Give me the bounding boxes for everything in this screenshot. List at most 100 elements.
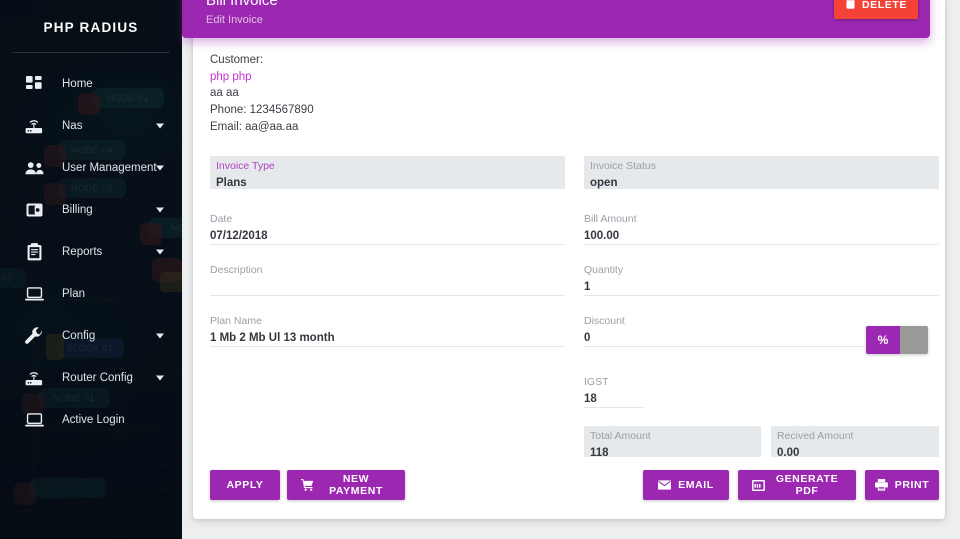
print-button[interactable]: PRINT [865,470,939,500]
customer-phone: Phone: 1234567890 [210,104,314,117]
generate-pdf-button[interactable]: GENERATE PDF [738,470,856,500]
page-subtitle: Edit Invoice [206,14,263,26]
sidebar-nav: Home Nas User Management Billing Reports Plan… [0,63,182,441]
sidebar-item-label: Billing [62,204,93,216]
sidebar-item-nas[interactable]: Nas [0,105,182,147]
plan-name-field[interactable]: Plan Name 1 Mb 2 Mb Ul 13 month [210,314,565,347]
invoice-header-banner: Bill Invoice Edit Invoice DELETE [182,0,930,38]
discount-value: 0 [584,332,591,344]
clipboard-icon [24,242,44,262]
laptop-icon [24,410,44,430]
bill-amount-field[interactable]: Bill Amount 100.00 [584,212,939,245]
invoice-status-label: Invoice Status [590,160,656,172]
total-amount-label: Total Amount [590,430,651,442]
description-label: Description [210,264,263,276]
chevron-down-icon[interactable] [156,165,164,171]
total-amount-value: 118 [590,447,609,459]
discount-unit-toggle[interactable]: % [866,326,928,354]
invoice-status-value: open [590,177,618,189]
customer-name-link[interactable]: php php [210,69,314,86]
plan-name-label: Plan Name [210,315,262,327]
sidebar-item-user-management[interactable]: User Management [0,147,182,189]
sidebar-item-config[interactable]: Config [0,315,182,357]
sidebar-item-billing[interactable]: Billing [0,189,182,231]
invoice-type-label: Invoice Type [216,160,275,172]
chevron-down-icon[interactable] [156,123,164,129]
laptop-icon [24,284,44,304]
date-field[interactable]: Date 07/12/2018 [210,212,565,245]
brand-title: PHP RADIUS [43,19,139,35]
wrench-icon [24,326,44,346]
email-button[interactable]: EMAIL [643,470,729,500]
sidebar-content: PHP RADIUS Home Nas User Management Billing… [0,0,182,441]
sidebar-item-label: Home [62,78,93,90]
sidebar-item-home[interactable]: Home [0,63,182,105]
router-icon [24,116,44,136]
chevron-down-icon[interactable] [156,375,164,381]
wallet-icon [24,200,44,220]
sidebar-item-label: Reports [62,246,103,258]
sidebar-item-label: Router Config [62,372,133,384]
sidebar-item-label: Active Login [62,414,125,426]
recived-amount-field: Recived Amount 0.00 [771,426,939,459]
customer-address: aa aa [210,87,239,100]
description-field[interactable]: Description [210,263,565,296]
chevron-down-icon[interactable] [156,207,164,213]
recived-amount-label: Recived Amount [777,430,854,442]
invoice-type-value: Plans [216,177,247,189]
igst-label: IGST [584,376,609,388]
customer-info: Customer: php php aa aa Phone: 123456789… [210,52,314,136]
sidebar-item-label: Config [62,330,96,342]
description-value [210,277,565,278]
discount-currency-button[interactable] [900,326,928,354]
page-root: NODE 01 NODE 04 NODE 05 NO 03 BLOCK 01 N… [0,0,960,539]
email-button-label: EMAIL [678,479,714,491]
sidebar-divider [12,52,170,53]
customer-heading: Customer: [210,54,264,66]
bill-amount-value: 100.00 [584,230,620,242]
invoice-type-field[interactable]: Invoice Type Plans [210,156,565,189]
chevron-down-icon[interactable] [156,249,164,255]
discount-label: Discount [584,315,625,327]
main-content: Bill Invoice Edit Invoice DELETE Custome… [182,0,960,539]
delete-button[interactable]: DELETE [834,0,918,19]
printer-icon [874,479,888,491]
new-payment-button-label: NEW PAYMENT [329,473,383,497]
igst-field[interactable]: IGST 18 [584,375,644,408]
envelope-icon [658,480,672,490]
router-icon [24,368,44,388]
date-value: 07/12/2018 [210,230,268,242]
customer-email: Email: aa@aa.aa [210,120,299,133]
apply-button-label: APPLY [226,479,264,491]
cart-icon [301,479,314,491]
bill-amount-label: Bill Amount [584,213,637,225]
pdf-icon [752,479,765,491]
sidebar-item-router-config[interactable]: Router Config [0,357,182,399]
quantity-label: Quantity [584,264,624,276]
delete-button-label: DELETE [861,0,908,11]
date-label: Date [210,213,233,225]
invoice-status-field[interactable]: Invoice Status open [584,156,939,189]
total-amount-field: Total Amount 118 [584,426,761,459]
discount-percent-button[interactable]: % [866,326,900,354]
new-payment-button[interactable]: NEW PAYMENT [287,470,405,500]
sidebar-item-active-login[interactable]: Active Login [0,399,182,441]
discount-field[interactable]: Discount 0 [584,314,865,347]
apply-button[interactable]: APPLY [210,470,280,500]
dashboard-icon [24,74,44,94]
sidebar-item-label: Plan [62,288,86,300]
quantity-value: 1 [584,281,591,293]
quantity-field[interactable]: Quantity 1 [584,263,939,296]
plan-name-value: 1 Mb 2 Mb Ul 13 month [210,332,335,344]
print-button-label: PRINT [894,479,930,491]
chevron-down-icon[interactable] [156,333,164,339]
invoice-card: Bill Invoice Edit Invoice DELETE Custome… [182,0,945,519]
recived-amount-value: 0.00 [777,447,800,459]
sidebar-item-label: User Management [62,162,157,174]
generate-pdf-button-label: GENERATE PDF [775,473,839,497]
sidebar-item-reports[interactable]: Reports [0,231,182,273]
sidebar-item-label: Nas [62,120,83,132]
sidebar-item-plan[interactable]: Plan [0,273,182,315]
trash-icon [845,0,856,12]
page-title: Bill Invoice [206,0,278,9]
